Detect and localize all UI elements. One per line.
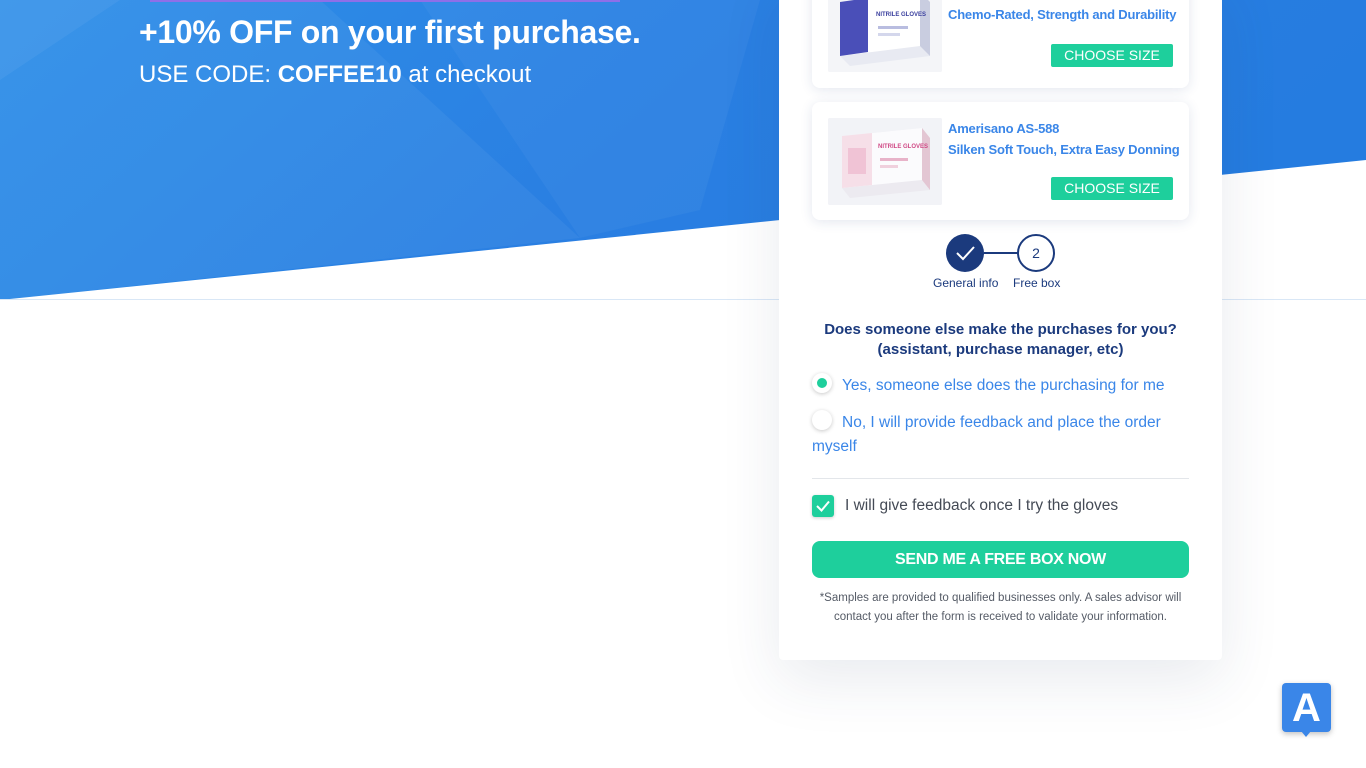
product-image: NITRILE GLOVES (828, 118, 942, 205)
feedback-checkbox[interactable] (812, 495, 834, 517)
product-description: Silken Soft Touch, Extra Easy Donning (948, 142, 1180, 157)
promo-code-prefix: USE CODE: (139, 61, 278, 88)
promo-code-suffix: at checkout (401, 61, 532, 88)
radio-option-label: No, I will provide feedback and place th… (812, 414, 1161, 455)
product-card: NITRILE GLOVES Amerisano AS-588 Silken S… (812, 102, 1189, 220)
step-1-label: General info (933, 276, 999, 290)
step-2-label: Free box (1013, 276, 1061, 290)
choose-size-button[interactable]: CHOOSE SIZE (1051, 177, 1173, 200)
product-image: NITRILE GLOVES (828, 0, 942, 72)
chat-widget-button[interactable]: A (1282, 683, 1331, 732)
step-2-current: 2 (1017, 234, 1055, 272)
radio-option-label: Yes, someone else does the purchasing fo… (842, 377, 1165, 394)
purchaser-question: Does someone else make the purchases for… (824, 321, 1177, 358)
radio-button-selected[interactable] (812, 373, 832, 393)
landing-page: +10% OFF on your first purchase. USE COD… (0, 0, 1366, 768)
send-free-box-button[interactable]: SEND ME A FREE BOX NOW (812, 541, 1189, 578)
chat-logo-icon: A (1292, 686, 1321, 730)
promo-code-line: USE CODE: COFFEE10 at checkout (139, 61, 531, 89)
choose-size-button[interactable]: CHOOSE SIZE (1051, 44, 1173, 67)
disclaimer-text: *Samples are provided to qualified busin… (819, 592, 1182, 623)
radio-option-myself[interactable]: No, I will provide feedback and place th… (812, 410, 1189, 459)
step-connector (984, 252, 1020, 254)
radio-option-someone-else[interactable]: Yes, someone else does the purchasing fo… (812, 373, 1189, 398)
product-name: Amerisano AS-588 (948, 121, 1060, 136)
promo-code: COFFEE10 (277, 61, 402, 88)
svg-text:NITRILE GLOVES: NITRILE GLOVES (876, 12, 926, 18)
radio-button[interactable] (812, 410, 832, 430)
product-description: Chemo-Rated, Strength and Durability (948, 7, 1177, 22)
checkmark-icon (956, 246, 975, 261)
product-card: NITRILE GLOVES Chemo-Rated, Strength and… (812, 0, 1189, 88)
svg-text:NITRILE GLOVES: NITRILE GLOVES (878, 144, 928, 150)
chat-bubble-tail (1301, 731, 1311, 737)
step-1-complete (946, 234, 984, 272)
promo-title: +10% OFF on your first purchase. (139, 14, 641, 50)
form-divider (812, 478, 1189, 479)
feedback-checkbox-label: I will give feedback once I try the glov… (845, 497, 1119, 514)
promo-accent-bar (150, 0, 620, 2)
checkmark-icon (816, 500, 830, 512)
